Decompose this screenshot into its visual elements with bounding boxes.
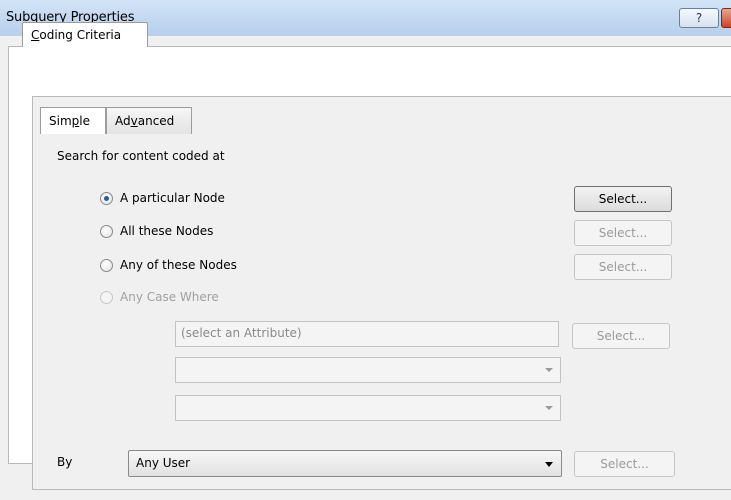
tab-label: Ad: [115, 114, 131, 128]
tab-label: Sim: [49, 114, 72, 128]
tab-label: le: [79, 114, 90, 128]
radio-disabled-icon: [100, 290, 113, 304]
chevron-down-icon[interactable]: [545, 462, 553, 467]
tab-mnemonic: v: [130, 114, 138, 128]
tab-label: anced: [137, 114, 175, 128]
value-dropdown: [175, 395, 561, 421]
panel-divider: [33, 489, 731, 490]
chevron-down-icon: [545, 368, 553, 372]
radio-any-case-where: Any Case Where: [100, 289, 219, 305]
select-all-nodes-button: Select...: [574, 220, 672, 246]
select-user-button: Select...: [574, 451, 675, 477]
attribute-placeholder: (select an Attribute): [181, 326, 302, 340]
radio-icon[interactable]: [100, 258, 113, 272]
help-button[interactable]: ?: [679, 8, 719, 28]
user-dropdown[interactable]: Any User: [128, 450, 562, 477]
radio-label: A particular Node: [120, 191, 225, 205]
chevron-down-icon: [545, 406, 553, 410]
radio-any-of-these-nodes[interactable]: Any of these Nodes: [100, 257, 237, 273]
search-criteria-label: Search for content coded at: [57, 149, 225, 163]
tab-coding-criteria[interactable]: Coding Criteria: [22, 22, 148, 47]
select-any-nodes-button: Select...: [574, 254, 672, 280]
radio-icon[interactable]: [100, 224, 113, 238]
user-dropdown-value: Any User: [136, 456, 191, 470]
radio-label: Any of these Nodes: [120, 258, 237, 272]
select-particular-node-button[interactable]: Select...: [574, 186, 672, 212]
radio-all-these-nodes[interactable]: All these Nodes: [100, 223, 213, 239]
attribute-field: (select an Attribute): [175, 321, 559, 347]
by-label: By: [57, 455, 73, 469]
select-attribute-button: Select...: [572, 323, 670, 349]
help-icon: ?: [695, 11, 703, 25]
tab-label: oding Criteria: [39, 28, 122, 42]
tab-advanced[interactable]: Advanced: [106, 107, 192, 134]
tab-simple[interactable]: Simple: [40, 107, 106, 134]
radio-label: Any Case Where: [120, 290, 219, 304]
radio-selected-icon[interactable]: [100, 191, 113, 205]
operator-dropdown: [175, 357, 561, 383]
close-button[interactable]: [721, 8, 731, 28]
radio-particular-node[interactable]: A particular Node: [100, 190, 225, 206]
radio-label: All these Nodes: [120, 224, 214, 238]
